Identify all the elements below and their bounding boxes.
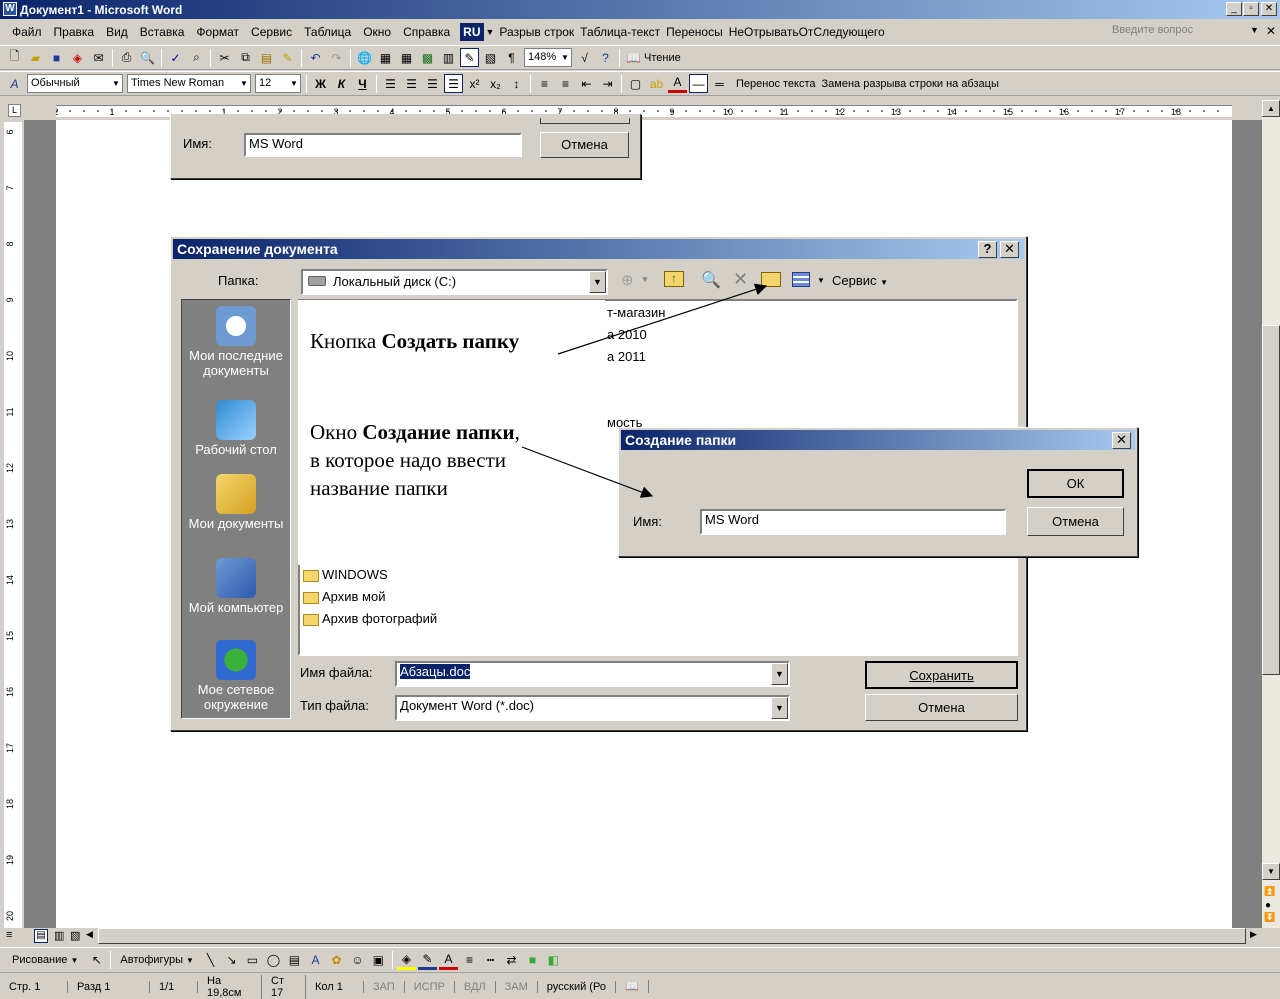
select-objects-icon[interactable]: ↖ [87, 951, 106, 970]
normal-view-icon[interactable]: ≡ [6, 929, 12, 941]
arrow-to-create-folder [557, 283, 768, 355]
line-style-icon[interactable]: ≡ [460, 951, 479, 970]
fill-color-icon[interactable]: ◈ [396, 951, 416, 970]
arrow-icon[interactable]: ↘ [222, 951, 241, 970]
status-line: Ст 17 [262, 974, 306, 999]
status-language: русский (Ро [538, 980, 616, 993]
textbox-icon[interactable]: ▤ [285, 951, 304, 970]
status-pages: 1/1 [150, 980, 198, 993]
status-trk[interactable]: ИСПР [405, 980, 455, 993]
rectangle-icon[interactable]: ▭ [243, 951, 262, 970]
3d-icon[interactable]: ◧ [544, 951, 563, 970]
oval-icon[interactable]: ◯ [264, 951, 283, 970]
draw-font-color-icon[interactable]: A [438, 951, 458, 970]
status-rec[interactable]: ЗАП [364, 980, 405, 993]
status-at: На 19,8см [198, 974, 262, 999]
diagram-icon[interactable]: ✿ [327, 951, 346, 970]
h-scroll-thumb[interactable] [98, 928, 1246, 944]
web-view-icon[interactable]: ▥ [54, 929, 64, 942]
line-icon[interactable]: ╲ [201, 951, 220, 970]
status-ovr[interactable]: ЗАМ [496, 980, 538, 993]
horizontal-scroll-area: ≡ ▤ ▥ ▧ ◀ ▶ [0, 928, 1280, 945]
drawing-menu[interactable]: Рисование ▼ [12, 954, 78, 966]
picture-icon[interactable]: ▣ [369, 951, 388, 970]
status-column: Кол 1 [306, 980, 364, 993]
shadow-icon[interactable]: ■ [523, 951, 542, 970]
status-page: Стр. 1 [0, 980, 68, 993]
arrow-to-new-folder-window [521, 446, 654, 498]
dash-style-icon[interactable]: ┅ [481, 951, 500, 970]
arrow-style-icon[interactable]: ⇄ [502, 951, 521, 970]
clipart-icon[interactable]: ☺ [348, 951, 367, 970]
spelling-status-icon[interactable]: 📖 [616, 980, 649, 993]
scroll-right-icon[interactable]: ▶ [1250, 929, 1257, 940]
print-layout-icon[interactable]: ▤ [34, 929, 48, 943]
line-color-icon[interactable]: ✎ [417, 951, 437, 970]
drawing-toolbar: Рисование ▼ ↖ Автофигуры ▼ ╲ ↘ ▭ ◯ ▤ A ✿… [0, 947, 1280, 973]
status-section: Разд 1 [68, 980, 150, 993]
status-ext[interactable]: ВДЛ [455, 980, 496, 993]
status-bar: Стр. 1 Разд 1 1/1 На 19,8см Ст 17 Кол 1 … [0, 974, 1280, 999]
outline-view-icon[interactable]: ▧ [70, 929, 80, 942]
scroll-left-icon[interactable]: ◀ [86, 929, 93, 940]
annotation-arrows [521, 283, 768, 498]
wordart-icon[interactable]: A [306, 951, 325, 970]
autoshapes-menu[interactable]: Автофигуры ▼ [120, 954, 194, 966]
